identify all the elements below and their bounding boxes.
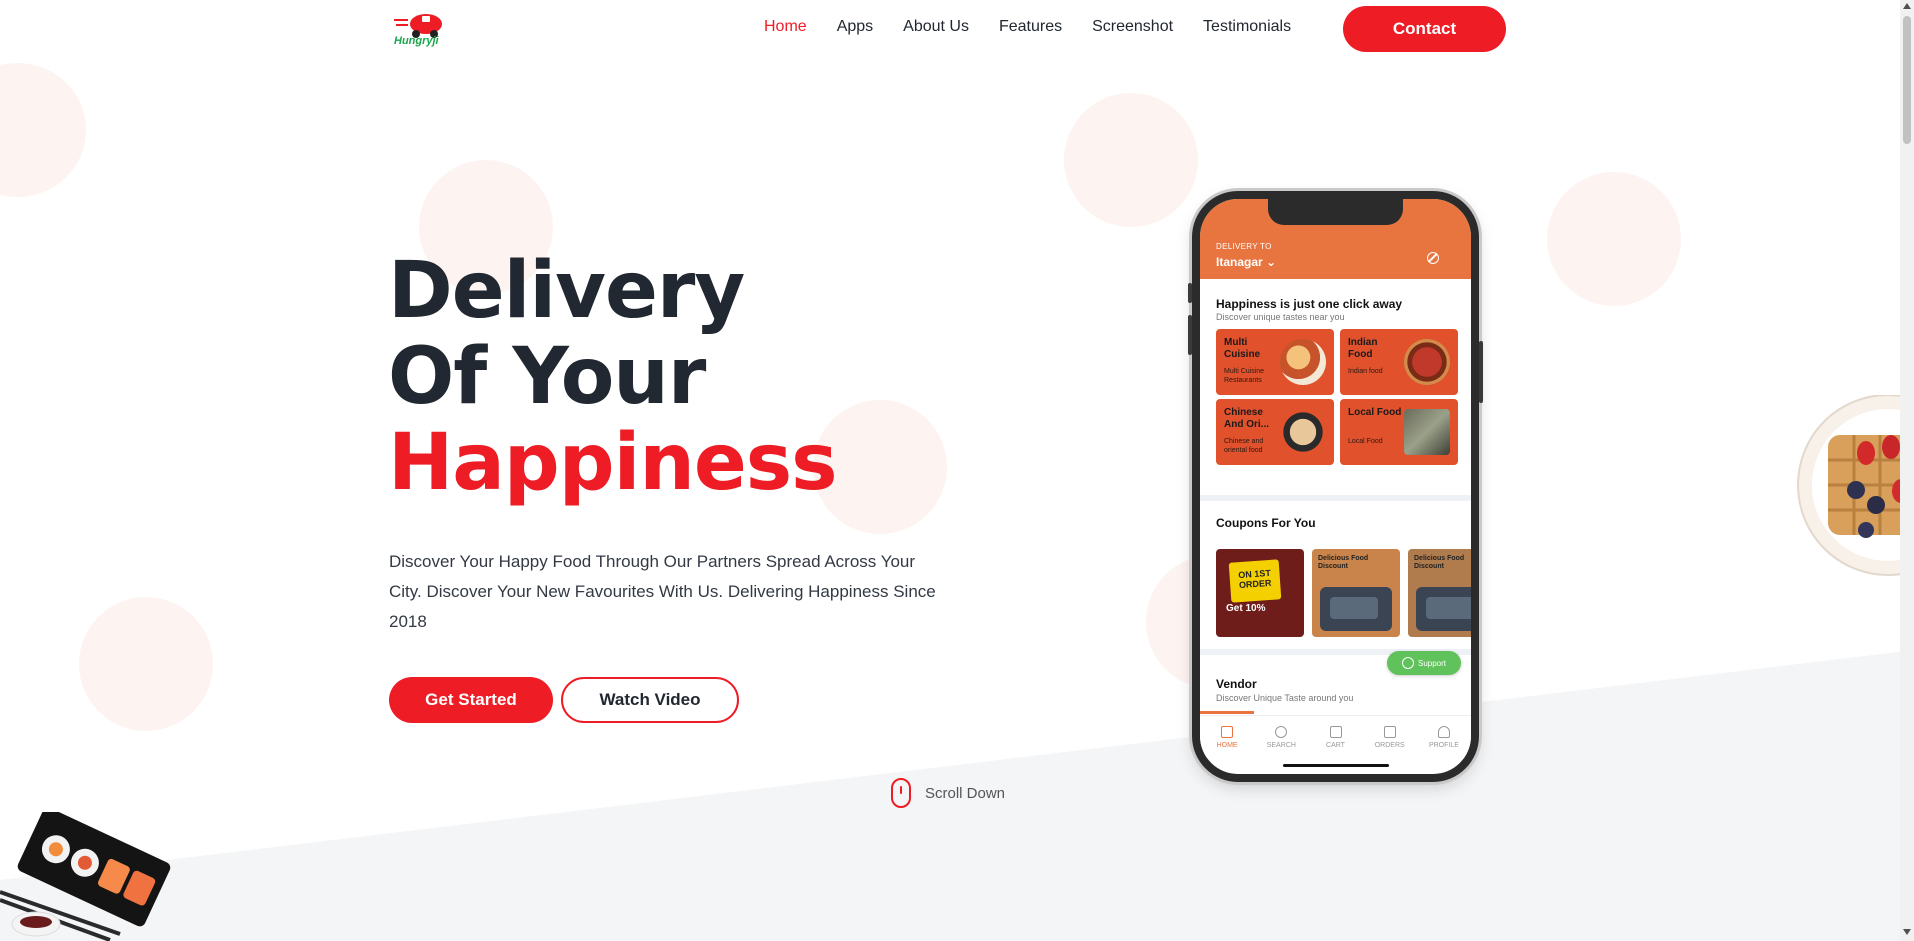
category-name: Indian Food — [1348, 337, 1378, 360]
section-title: Happiness is just one click away — [1216, 297, 1403, 311]
search-icon — [1275, 726, 1288, 738]
tab-indicator — [1200, 711, 1254, 714]
phone-notch — [1268, 199, 1403, 225]
tab-cart[interactable]: CART — [1308, 716, 1362, 759]
main-nav: Home Apps About Us Features Screenshot T… — [764, 18, 1321, 36]
home-indicator — [1283, 764, 1389, 767]
multi-cuisine-image — [1280, 339, 1326, 385]
tab-profile[interactable]: PROFILE — [1417, 716, 1471, 759]
category-card-indian-food[interactable]: Indian Food Indian food — [1340, 329, 1458, 395]
coupon-food-image — [1416, 587, 1471, 631]
tab-home[interactable]: HOME — [1200, 716, 1254, 759]
scroll-down-arrow-icon[interactable] — [1903, 929, 1911, 935]
category-card-multi-cuisine[interactable]: Multi Cuisine Multi Cuisine Restaurants — [1216, 329, 1334, 395]
get-started-button[interactable]: Get Started — [389, 677, 553, 723]
app-tab-bar: HOME SEARCH CART ORDERS PROFILE — [1200, 715, 1471, 759]
nav-about-us[interactable]: About Us — [903, 18, 969, 36]
phone-side-button — [1188, 283, 1192, 303]
site-header: Hungryji Home Apps About Us Features Scr… — [0, 0, 1900, 58]
decor-circle — [1547, 172, 1681, 306]
local-food-image — [1404, 409, 1450, 455]
coupons-title: Coupons For You — [1216, 516, 1316, 530]
decor-circle — [79, 597, 213, 731]
section-divider — [1200, 495, 1471, 501]
city-selector[interactable]: Itanagar ⌄ — [1216, 255, 1276, 269]
tab-label: SEARCH — [1266, 742, 1296, 749]
watch-video-button[interactable]: Watch Video — [561, 677, 739, 723]
phone-side-button — [1188, 315, 1192, 355]
coupon-offer: Get 10% — [1226, 603, 1266, 614]
category-desc: Local Food — [1348, 438, 1383, 445]
phone-mockup: DELIVERY TO Itanagar ⌄ Happiness is just… — [1188, 191, 1483, 782]
nav-apps[interactable]: Apps — [837, 18, 873, 36]
tab-label: HOME — [1216, 742, 1238, 749]
coupon-heading: Delicious Food Discount — [1318, 555, 1369, 570]
phone-side-button — [1479, 341, 1483, 403]
decor-circle — [1064, 93, 1198, 227]
coupon-card[interactable]: Delicious Food Discount — [1408, 549, 1471, 637]
whatsapp-icon — [1401, 657, 1414, 669]
nav-testimonials[interactable]: Testimonials — [1203, 18, 1291, 36]
profile-icon — [1437, 726, 1450, 738]
tab-label: CART — [1326, 742, 1345, 749]
cart-icon — [1329, 726, 1342, 738]
category-card-chinese[interactable]: Chinese And Ori... Chinese and oriental … — [1216, 399, 1334, 465]
category-name: Local Food — [1348, 407, 1402, 418]
hero-title-line-2: Of Your — [388, 332, 706, 422]
phone-screen: DELIVERY TO Itanagar ⌄ Happiness is just… — [1200, 199, 1471, 774]
nav-screenshot[interactable]: Screenshot — [1092, 18, 1173, 36]
category-card-local-food[interactable]: Local Food Local Food — [1340, 399, 1458, 465]
location-off-icon[interactable] — [1427, 252, 1439, 264]
tab-search[interactable]: SEARCH — [1254, 716, 1308, 759]
contact-button[interactable]: Contact — [1343, 6, 1506, 52]
hero-description: Discover Your Happy Food Through Our Par… — [389, 552, 936, 631]
tab-orders[interactable]: ORDERS — [1363, 716, 1417, 759]
scroll-up-arrow-icon[interactable] — [1903, 3, 1911, 9]
hero-title-line-1: Delivery — [388, 246, 745, 336]
category-name: Chinese And Ori... — [1224, 407, 1269, 430]
coupon-tag: ON 1ST ORDER — [1228, 559, 1282, 603]
tab-label: PROFILE — [1428, 742, 1459, 749]
mouse-icon — [891, 778, 911, 808]
category-desc: Chinese and oriental food — [1224, 438, 1264, 454]
hero-title: Delivery Of Your Happiness — [388, 246, 838, 508]
support-label: Support — [1417, 658, 1447, 668]
sushi-tray-image — [0, 812, 171, 941]
vendor-title: Vendor — [1216, 677, 1257, 691]
page-scrollbar[interactable] — [1900, 0, 1914, 941]
support-button[interactable]: Support — [1387, 651, 1461, 675]
scroll-down-label: Scroll Down — [925, 784, 1006, 802]
tab-label: ORDERS — [1374, 742, 1405, 749]
scroll-down[interactable]: Scroll Down — [891, 778, 1005, 808]
coupon-food-image — [1320, 587, 1392, 631]
coupon-heading: Delicious Food Discount — [1414, 555, 1465, 570]
chinese-food-image — [1280, 409, 1326, 455]
coupon-card[interactable]: ON 1ST ORDER Get 10% — [1216, 549, 1304, 637]
orders-icon — [1383, 726, 1396, 738]
section-subtitle: Discover unique tastes near you — [1216, 312, 1345, 322]
indian-food-image — [1404, 339, 1450, 385]
hero-title-line-3: Happiness — [388, 418, 838, 508]
coupon-card[interactable]: Delicious Food Discount — [1312, 549, 1400, 637]
brand-name: Hungryji — [394, 35, 439, 47]
category-name: Multi Cuisine — [1224, 337, 1261, 360]
home-icon — [1221, 726, 1234, 738]
category-desc: Indian food — [1348, 368, 1383, 375]
scrollbar-thumb[interactable] — [1903, 16, 1911, 144]
nav-features[interactable]: Features — [999, 18, 1062, 36]
city-name: Itanagar — [1216, 255, 1263, 269]
delivery-to-label: DELIVERY TO — [1216, 242, 1272, 251]
waffle-plate-image — [1797, 395, 1914, 576]
nav-home[interactable]: Home — [764, 18, 807, 36]
category-desc: Multi Cuisine Restaurants — [1224, 368, 1265, 384]
vendor-subtitle: Discover Unique Taste around you — [1216, 693, 1354, 703]
